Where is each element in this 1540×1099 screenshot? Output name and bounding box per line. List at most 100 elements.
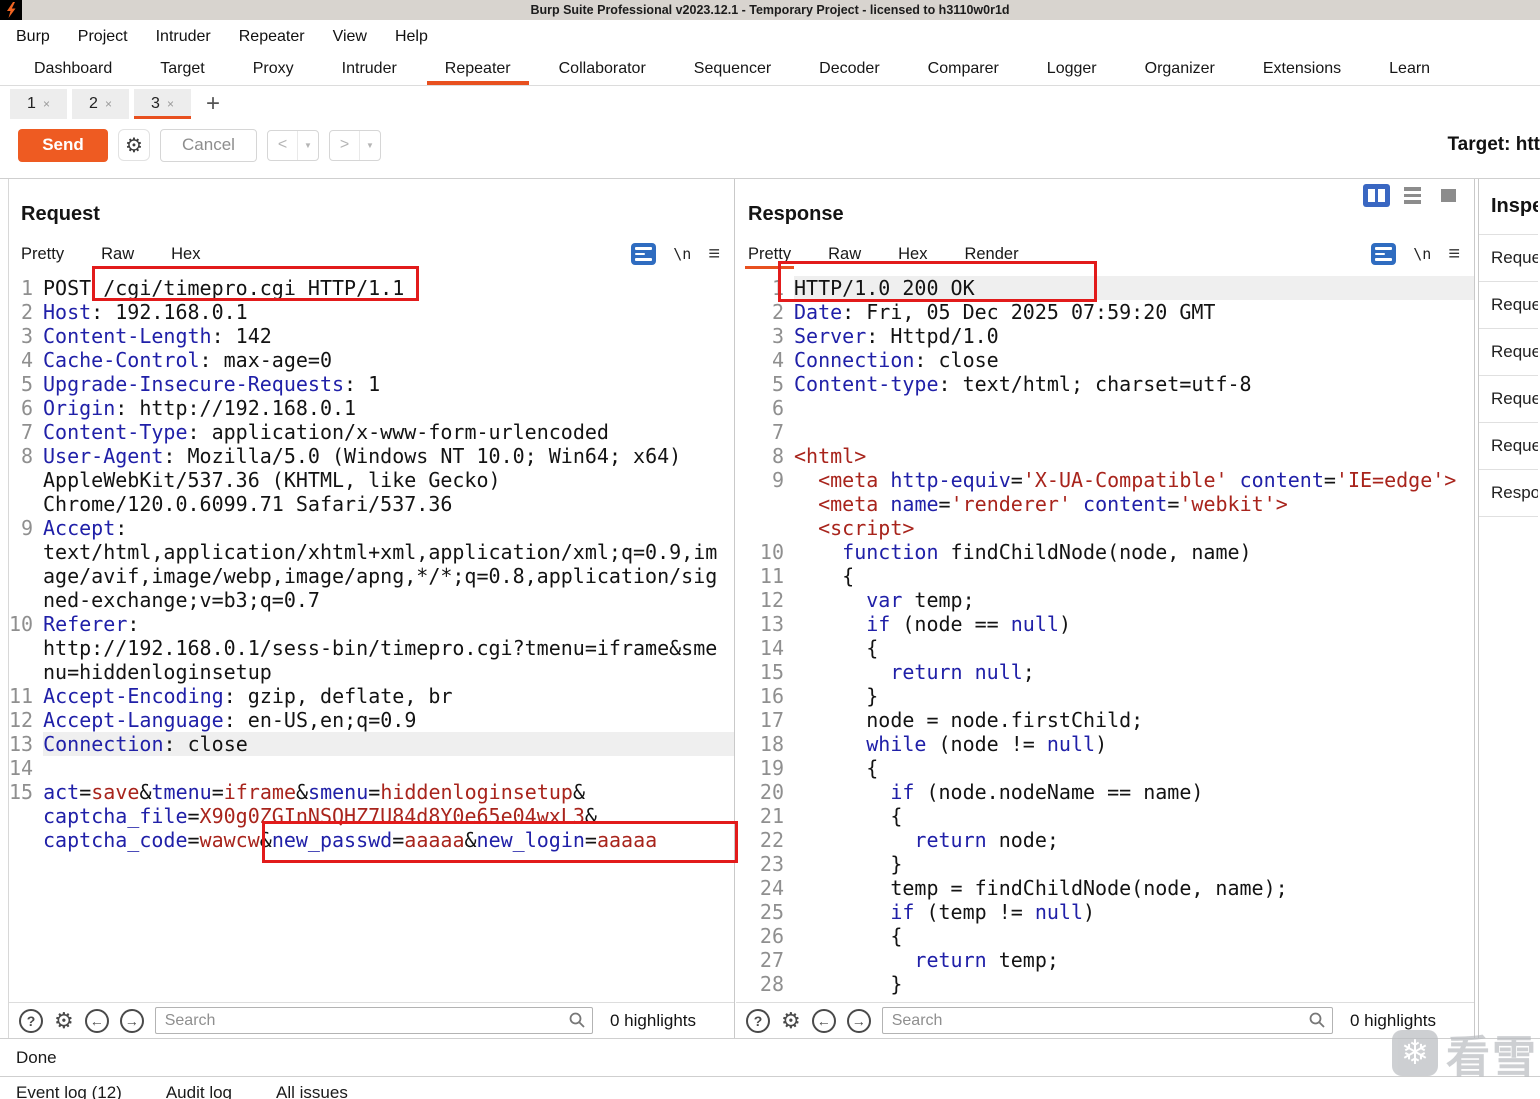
line-number [9, 492, 43, 516]
line-number: 7 [9, 420, 43, 444]
request-view-icons: \n ≡ [631, 243, 720, 266]
code-line: age/avif,image/webp,image/apng,*/*;q=0.8… [9, 564, 734, 588]
history-forward-dropdown[interactable]: ▼ [359, 131, 380, 160]
request-view-tab-pretty[interactable]: Pretty [21, 245, 64, 264]
editor-area: Request Pretty Raw Hex \n ≡ 1POST /cgi/tim… [0, 178, 1540, 1038]
response-view-tab-render[interactable]: Render [964, 245, 1018, 264]
prev-match-button[interactable]: ← [85, 1009, 109, 1033]
line-number: 12 [9, 708, 43, 732]
menu-item-intruder[interactable]: Intruder [156, 28, 211, 46]
code-line: 26 { [736, 924, 1474, 948]
send-button[interactable]: Send [18, 129, 108, 162]
cancel-button[interactable]: Cancel [160, 129, 257, 162]
code-line: 24 temp = findChildNode(node, name); [736, 876, 1474, 900]
code-text: node = node.firstChild; [794, 708, 1474, 732]
main-tab-intruder[interactable]: Intruder [318, 53, 421, 85]
search-settings-icon[interactable]: ⚙ [54, 1010, 74, 1032]
line-number: 1 [9, 276, 43, 300]
response-code[interactable]: 1HTTP/1.0 200 OK2Date: Fri, 05 Dec 2025 … [736, 268, 1474, 1002]
menu-item-view[interactable]: View [333, 28, 367, 46]
response-view-tab-pretty[interactable]: Pretty [748, 245, 791, 264]
line-number: 26 [736, 924, 794, 948]
inspector-section[interactable]: Request [1479, 376, 1538, 423]
history-forward-group: > ▼ [329, 130, 381, 161]
main-tab-sequencer[interactable]: Sequencer [670, 53, 795, 85]
repeater-tab-2[interactable]: 2× [72, 89, 129, 119]
line-number: 10 [9, 612, 43, 636]
main-tab-decoder[interactable]: Decoder [795, 53, 903, 85]
code-line: 5Upgrade-Insecure-Requests: 1 [9, 372, 734, 396]
response-view-tab-raw[interactable]: Raw [828, 245, 861, 264]
menu-item-burp[interactable]: Burp [16, 28, 50, 46]
close-tab-icon[interactable]: × [43, 97, 50, 111]
main-tab-proxy[interactable]: Proxy [229, 53, 318, 85]
inspector-section[interactable]: Request [1479, 282, 1538, 329]
repeater-tab-3[interactable]: 3× [134, 89, 191, 119]
inspector-section[interactable]: Request [1479, 423, 1538, 470]
history-forward-button[interactable]: > [330, 131, 359, 160]
search-settings-icon[interactable]: ⚙ [781, 1010, 801, 1032]
editor-menu-icon[interactable]: ≡ [1448, 243, 1460, 266]
inspector-title: Inspector [1479, 179, 1538, 218]
code-text: HTTP/1.0 200 OK [794, 276, 1474, 300]
add-tab-button[interactable]: + [206, 90, 220, 118]
show-newlines-toggle[interactable]: \n [673, 245, 691, 263]
line-number: 19 [736, 756, 794, 780]
next-match-button[interactable]: → [847, 1009, 871, 1033]
inspector-section[interactable]: Request [1479, 329, 1538, 376]
close-tab-icon[interactable]: × [105, 97, 112, 111]
columns-layout-button[interactable] [1363, 184, 1390, 207]
main-tab-comparer[interactable]: Comparer [904, 53, 1023, 85]
main-tab-learn[interactable]: Learn [1365, 53, 1454, 85]
main-tab-collaborator[interactable]: Collaborator [535, 53, 670, 85]
inspector-section[interactable]: Response [1479, 470, 1538, 517]
prettify-icon[interactable] [631, 243, 656, 265]
next-match-button[interactable]: → [120, 1009, 144, 1033]
bottom-tab-event-log-12-[interactable]: Event log (12) [16, 1083, 122, 1099]
main-tab-organizer[interactable]: Organizer [1121, 53, 1239, 85]
code-text: Connection: close [43, 732, 734, 756]
main-tab-dashboard[interactable]: Dashboard [10, 53, 136, 85]
line-number: 9 [736, 468, 794, 492]
show-newlines-toggle[interactable]: \n [1413, 245, 1431, 263]
search-input[interactable] [155, 1007, 593, 1034]
line-number: 3 [736, 324, 794, 348]
code-text: { [794, 564, 1474, 588]
main-tab-extensions[interactable]: Extensions [1239, 53, 1365, 85]
history-back-dropdown[interactable]: ▼ [297, 131, 318, 160]
menu-item-help[interactable]: Help [395, 28, 428, 46]
line-number: 18 [736, 732, 794, 756]
menu-item-repeater[interactable]: Repeater [239, 28, 305, 46]
bottom-tab-all-issues[interactable]: All issues [276, 1083, 348, 1099]
send-settings-button[interactable]: ⚙ [118, 129, 150, 161]
code-line: 6 [736, 396, 1474, 420]
inspector-section[interactable]: Request [1479, 235, 1538, 282]
code-text: text/html,application/xhtml+xml,applicat… [43, 540, 734, 564]
editor-menu-icon[interactable]: ≡ [708, 243, 720, 266]
request-code[interactable]: 1POST /cgi/timepro.cgi HTTP/1.12Host: 19… [9, 268, 734, 1002]
history-back-button[interactable]: < [268, 131, 297, 160]
code-line: 20 if (node.nodeName == name) [736, 780, 1474, 804]
line-number: 25 [736, 900, 794, 924]
help-icon[interactable]: ? [19, 1009, 43, 1033]
menu-item-project[interactable]: Project [78, 28, 128, 46]
code-text: { [794, 924, 1474, 948]
main-tab-repeater[interactable]: Repeater [421, 53, 535, 85]
single-layout-button[interactable] [1435, 184, 1462, 207]
help-icon[interactable]: ? [746, 1009, 770, 1033]
main-tab-logger[interactable]: Logger [1023, 53, 1121, 85]
prev-match-button[interactable]: ← [812, 1009, 836, 1033]
response-view-tab-hex[interactable]: Hex [898, 245, 927, 264]
main-tab-target[interactable]: Target [136, 53, 228, 85]
rows-layout-button[interactable] [1399, 184, 1426, 207]
line-number: 7 [736, 420, 794, 444]
close-tab-icon[interactable]: × [167, 97, 174, 111]
repeater-tab-1[interactable]: 1× [10, 89, 67, 119]
bottom-tab-audit-log[interactable]: Audit log [166, 1083, 232, 1099]
search-input[interactable] [882, 1007, 1333, 1034]
request-view-tab-raw[interactable]: Raw [101, 245, 134, 264]
request-view-tab-hex[interactable]: Hex [171, 245, 200, 264]
code-line: 9Accept: [9, 516, 734, 540]
prettify-icon[interactable] [1371, 243, 1396, 265]
title-bar: Burp Suite Professional v2023.12.1 - Tem… [0, 0, 1540, 20]
